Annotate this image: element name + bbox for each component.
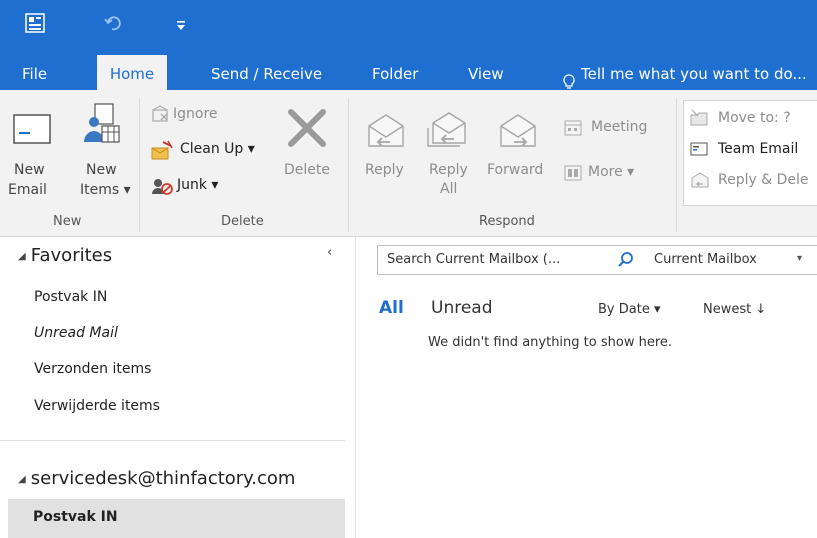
filter-all[interactable]: All <box>379 298 404 318</box>
chevron-down-icon: ▾ <box>797 253 803 264</box>
delete-label: Delete <box>284 162 330 178</box>
tab-folder[interactable]: Folder <box>372 55 418 90</box>
more-respond-button[interactable]: More ▾ <box>564 162 644 184</box>
reply-label: Reply <box>365 162 404 178</box>
more-label: More ▾ <box>588 164 635 180</box>
group-divider <box>139 98 140 232</box>
tell-me-text: Tell me what you want to do... <box>581 65 807 83</box>
reply-icon <box>366 112 406 154</box>
quick-step-team-email[interactable]: Team Email <box>690 138 817 160</box>
account-header[interactable]: ◢ servicedesk@thinfactory.com <box>18 468 295 489</box>
team-email-label: Team Email <box>718 141 799 157</box>
new-email-label-2: Email <box>8 182 47 198</box>
move-to-icon <box>690 109 710 131</box>
new-items-icon <box>81 102 121 150</box>
clean-up-icon <box>151 140 173 164</box>
tab-file[interactable]: File <box>22 55 47 90</box>
collapse-pane-icon[interactable]: ‹ <box>327 245 332 260</box>
junk-icon <box>151 176 173 200</box>
forward-icon <box>498 112 538 154</box>
junk-button[interactable]: Junk ▾ <box>151 175 241 197</box>
reply-all-label-1: Reply <box>429 162 468 178</box>
search-scope-dropdown[interactable]: Current Mailbox ▾ <box>644 245 817 275</box>
group-label-delete: Delete <box>221 214 264 229</box>
move-to-label: Move to: ? <box>718 110 791 126</box>
ignore-label: Ignore <box>173 106 218 122</box>
junk-label: Junk ▾ <box>177 177 219 193</box>
tab-home[interactable]: Home <box>97 55 167 90</box>
reply-delete-label: Reply & Dele <box>718 172 809 188</box>
reply-all-button[interactable]: Reply All <box>420 100 476 208</box>
meeting-icon <box>564 119 584 141</box>
folder-verzonden-items[interactable]: Verzonden items <box>34 361 151 377</box>
ignore-icon <box>151 105 171 127</box>
nav-section-divider <box>0 440 345 441</box>
more-icon <box>564 164 584 186</box>
quick-step-reply-delete[interactable]: Reply & Dele <box>690 169 817 191</box>
sort-newest[interactable]: Newest ↓ <box>703 302 766 317</box>
title-bar <box>0 0 817 48</box>
app-icon <box>25 13 45 37</box>
reply-button[interactable]: Reply <box>359 100 413 208</box>
tab-view[interactable]: View <box>468 55 504 90</box>
sort-by-date[interactable]: By Date ▾ <box>598 302 660 317</box>
new-items-label-1: New <box>86 162 117 178</box>
team-email-icon <box>690 140 710 162</box>
expand-triangle-icon: ◢ <box>18 474 26 485</box>
meeting-label: Meeting <box>591 119 648 135</box>
group-divider <box>676 98 677 232</box>
quick-step-move-to[interactable]: Move to: ? <box>690 107 817 129</box>
group-label-new: New <box>53 214 82 229</box>
folder-account-postvak-in[interactable]: Postvak IN <box>8 499 345 538</box>
empty-list-message: We didn't find anything to show here. <box>428 335 673 350</box>
new-items-button[interactable]: New Items ▾ <box>72 100 136 208</box>
search-box[interactable]: Search Current Mailbox (... <box>377 245 646 275</box>
group-divider <box>348 98 349 232</box>
filter-unread[interactable]: Unread <box>431 298 493 318</box>
new-email-label-1: New <box>14 162 45 178</box>
new-items-label-2: Items ▾ <box>80 182 131 198</box>
forward-button[interactable]: Forward <box>485 100 553 208</box>
reply-all-icon <box>424 108 468 154</box>
delete-x-icon <box>287 108 327 152</box>
undo-icon[interactable] <box>104 14 122 36</box>
search-icon[interactable] <box>617 251 635 273</box>
search-scope-label: Current Mailbox <box>654 252 757 267</box>
search-input[interactable]: Search Current Mailbox (... <box>387 252 560 267</box>
quick-access-dropdown-icon[interactable] <box>175 17 187 36</box>
folder-unread-mail[interactable]: Unread Mail <box>34 325 118 341</box>
forward-label: Forward <box>487 162 544 178</box>
delete-button[interactable]: Delete <box>282 100 338 208</box>
account-label: servicedesk@thinfactory.com <box>30 468 296 489</box>
group-label-respond: Respond <box>479 214 535 229</box>
account-postvak-label: Postvak IN <box>33 509 118 525</box>
ignore-button[interactable]: Ignore <box>151 104 241 126</box>
favorites-header[interactable]: ◢ Favorites <box>18 245 112 266</box>
meeting-button[interactable]: Meeting <box>564 117 664 139</box>
favorites-label: Favorites <box>30 245 113 266</box>
new-email-button[interactable]: New Email <box>8 100 68 208</box>
expand-triangle-icon: ◢ <box>18 251 26 262</box>
clean-up-button[interactable]: Clean Up ▾ <box>151 139 261 161</box>
envelope-icon <box>13 114 51 148</box>
reply-all-label-2: All <box>440 181 458 197</box>
folder-postvak-in[interactable]: Postvak IN <box>34 289 107 305</box>
navigation-pane <box>0 237 345 538</box>
clean-up-label: Clean Up ▾ <box>180 141 255 157</box>
tab-send-receive[interactable]: Send / Receive <box>211 55 322 90</box>
folder-verwijderde-items[interactable]: Verwijderde items <box>34 398 160 414</box>
pane-divider <box>355 237 356 538</box>
reply-delete-icon <box>690 171 710 193</box>
